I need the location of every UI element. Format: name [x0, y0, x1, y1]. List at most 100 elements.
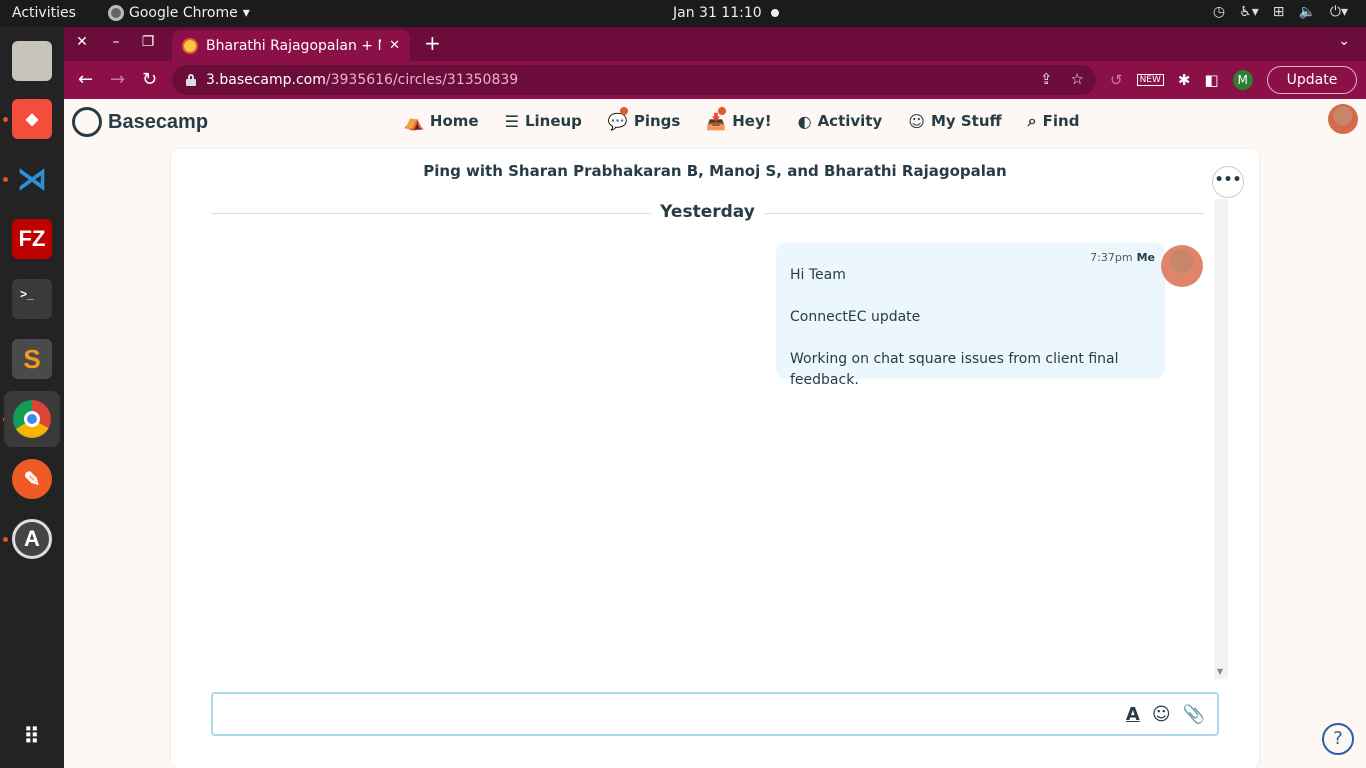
postman-icon: ✎ — [12, 459, 52, 499]
nav-home[interactable]: ⛺ Home — [404, 111, 479, 131]
dock-software[interactable]: A — [4, 511, 60, 567]
nav-find[interactable]: ⌕ Find — [1028, 111, 1080, 131]
volume-icon[interactable]: 🔈 — [1298, 4, 1315, 20]
basecamp-nav: Basecamp ⛺ Home ☰ Lineup 💬 Pings 📥 Hey! … — [64, 99, 1366, 149]
emoji-icon[interactable]: ☺ — [1152, 704, 1171, 725]
text-format-icon[interactable]: A — [1126, 704, 1140, 725]
profile-avatar[interactable]: M — [1232, 70, 1253, 90]
dock-app-red[interactable]: ◆ — [4, 91, 60, 147]
back-icon[interactable]: ← — [78, 69, 93, 90]
chat-title: Ping with Sharan Prabhakaran B, Manoj S,… — [423, 162, 1007, 180]
basecamp-logo-icon — [72, 107, 102, 137]
system-tray[interactable]: ◷ ♿▾ ⊞ 🔈 ⏻▾ — [1213, 4, 1348, 20]
activities-button[interactable]: Activities — [12, 5, 76, 21]
accessibility-icon[interactable]: ♿▾ — [1239, 4, 1259, 20]
chat-card: Ping with Sharan Prabhakaran B, Manoj S,… — [171, 149, 1259, 768]
nav-my-stuff-label: My Stuff — [930, 112, 1002, 130]
day-divider: Yesterday — [211, 202, 1204, 226]
show-apps-button[interactable]: ⠿ — [4, 709, 60, 765]
search-icon: ⌕ — [1027, 111, 1037, 130]
extension-refresh-icon[interactable]: ↺ — [1110, 71, 1123, 89]
side-panel-icon[interactable]: ◧ — [1204, 71, 1218, 89]
forward-icon[interactable]: → — [110, 69, 125, 90]
message-author-avatar[interactable] — [1161, 245, 1203, 287]
basecamp-logo[interactable]: Basecamp — [72, 107, 208, 137]
minimize-icon[interactable]: – — [106, 34, 126, 50]
lock-icon — [186, 74, 196, 86]
nav-find-label: Find — [1042, 112, 1080, 130]
tab-strip: ✕ – ❐ Bharathi Rajagopalan + M ✕ + ⌄ — [64, 27, 1366, 61]
dock-filezilla[interactable]: FZ — [4, 211, 60, 267]
extensions-puzzle-icon[interactable]: ✱ — [1178, 71, 1191, 89]
nav-activity-label: Activity — [817, 112, 883, 130]
nav-hey[interactable]: 📥 Hey! — [706, 107, 772, 131]
clock[interactable]: Jan 31 11:10 — [673, 5, 762, 21]
remote-app-icon: ◆ — [12, 99, 52, 139]
app-menu[interactable]: Google Chrome ▾ — [108, 5, 250, 21]
scroll-down-icon[interactable]: ▼ — [1217, 667, 1223, 676]
address-bar[interactable]: 3.basecamp.com/3935616/circles/31350839 … — [172, 65, 1096, 95]
extension-new-icon[interactable]: NEW — [1136, 74, 1164, 86]
timer-icon[interactable]: ◷ — [1213, 4, 1225, 20]
sublime-icon: S — [12, 339, 52, 379]
update-button[interactable]: Update — [1267, 66, 1357, 94]
home-icon: ⛺ — [404, 111, 424, 131]
files-icon — [12, 41, 52, 81]
smiley-icon: ☺ — [908, 111, 925, 131]
share-icon[interactable]: ⇪ — [1040, 70, 1053, 88]
help-button[interactable]: ? — [1322, 723, 1354, 755]
notification-dot-icon — [771, 9, 779, 17]
network-icon[interactable]: ⊞ — [1273, 4, 1285, 20]
day-divider-label: Yesterday — [650, 202, 765, 222]
tab-basecamp[interactable]: Bharathi Rajagopalan + M ✕ — [172, 30, 410, 61]
dock-terminal[interactable]: >_ — [4, 271, 60, 327]
message-author: Me — [1136, 251, 1155, 264]
reload-icon[interactable]: ↻ — [142, 69, 157, 90]
message-meta: 7:37pm Me — [1090, 251, 1155, 264]
os-top-bar: Activities Google Chrome ▾ Jan 31 11:10 … — [0, 0, 1366, 27]
chat-scrollbar[interactable] — [1214, 199, 1228, 679]
message-composer[interactable]: A ☺ 📎 — [211, 692, 1219, 736]
basecamp-favicon-icon — [182, 37, 198, 54]
restore-icon[interactable]: ❐ — [138, 34, 158, 50]
message-line: ConnectEC update — [790, 309, 921, 325]
browser-window: ✕ – ❐ Bharathi Rajagopalan + M ✕ + ⌄ ← →… — [64, 27, 1366, 768]
url-host: 3.basecamp.com — [206, 72, 326, 88]
unread-dot-icon — [619, 107, 628, 115]
url-path: /3935616/circles/31350839 — [325, 72, 519, 88]
filezilla-icon: FZ — [12, 219, 52, 259]
message-time: 7:37pm — [1090, 251, 1133, 264]
chrome-icon — [13, 400, 51, 438]
message-line: Working on chat square issues from clien… — [790, 351, 1119, 388]
attach-icon[interactable]: 📎 — [1183, 704, 1205, 725]
new-tab-button[interactable]: + — [424, 31, 441, 55]
dock-files[interactable] — [4, 33, 60, 89]
nav-pings[interactable]: 💬 Pings — [608, 107, 681, 131]
more-options-button[interactable]: ••• — [1212, 166, 1244, 198]
nav-lineup[interactable]: ☰ Lineup — [505, 111, 582, 131]
close-tab-icon[interactable]: ✕ — [389, 38, 410, 53]
dock-sublime[interactable]: S — [4, 331, 60, 387]
nav-lineup-label: Lineup — [524, 112, 582, 130]
tab-title: Bharathi Rajagopalan + M — [206, 37, 382, 54]
tab-search-icon[interactable]: ⌄ — [1338, 33, 1350, 49]
dock-vscode[interactable]: ⋊ — [4, 151, 60, 207]
close-window-icon[interactable]: ✕ — [72, 34, 92, 50]
nav-activity[interactable]: ◐ Activity — [798, 111, 883, 131]
browser-toolbar: ← → ↻ 3.basecamp.com/3935616/circles/313… — [64, 61, 1366, 99]
nav-pings-label: Pings — [633, 112, 681, 130]
message-bubble[interactable]: 7:37pm Me Hi Team ConnectEC update Workin… — [776, 243, 1165, 388]
power-icon[interactable]: ⏻▾ — [1330, 4, 1348, 20]
vscode-icon: ⋊ — [17, 162, 47, 196]
dock-chrome[interactable] — [4, 391, 60, 447]
user-avatar[interactable] — [1328, 104, 1358, 134]
nav-my-stuff[interactable]: ☺ My Stuff — [908, 111, 1001, 131]
software-center-icon: A — [12, 519, 52, 559]
dock-postman[interactable]: ✎ — [4, 451, 60, 507]
terminal-icon: >_ — [12, 279, 52, 319]
grid-icon: ⠿ — [23, 724, 41, 749]
dock: ◆ ⋊ FZ >_ S ✎ A ⠿ — [0, 27, 64, 768]
bookmark-star-icon[interactable]: ☆ — [1071, 70, 1084, 88]
app-menu-label: Google Chrome — [129, 5, 238, 21]
nav-home-label: Home — [429, 112, 479, 130]
